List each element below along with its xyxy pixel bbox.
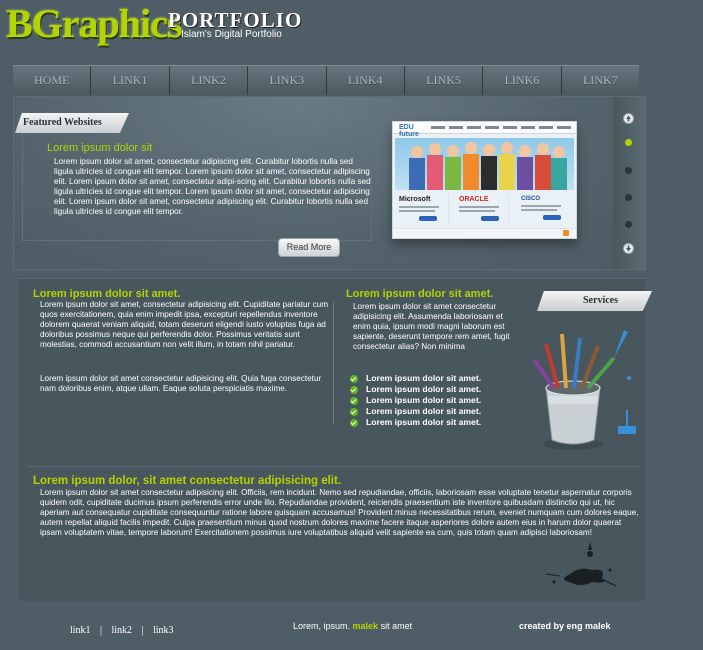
thumb-rss-icon (563, 230, 569, 236)
list-item-label: Lorem ipsum dolor sit amet. (366, 417, 482, 427)
list-item: Lorem ipsum dolor sit amet. (350, 395, 530, 406)
thumb-site-logo: EDU future (399, 124, 419, 138)
slider-controls (613, 97, 645, 269)
read-more-button[interactable]: Read More (278, 238, 340, 257)
footer-center-pre: Lorem, ipsum. (293, 621, 351, 631)
slide-text: Lorem ipsum dolor sit amet, consectetur … (54, 157, 371, 217)
list-item: Lorem ipsum dolor sit amet. (350, 384, 530, 395)
slider-dot-1[interactable] (625, 139, 632, 146)
slider-dot-3[interactable] (625, 194, 632, 201)
nav-link4[interactable]: LINK4 (327, 66, 405, 95)
footer-link3[interactable]: link3 (153, 625, 174, 636)
list-item-label: Lorem ipsum dolor sit amet. (366, 395, 482, 405)
featured-website-thumbnail[interactable]: EDU future Microsoft ORACLE CISCO (392, 121, 577, 239)
footer-link2[interactable]: link2 (111, 625, 132, 636)
footer-credit: created by eng malek (519, 621, 611, 631)
column-divider (333, 302, 334, 424)
thumb-brand-cisco: CISCO (521, 196, 541, 202)
check-icon (350, 407, 358, 416)
thumb-brand-microsoft: Microsoft (399, 196, 431, 203)
nav-home[interactable]: HOME (13, 66, 92, 95)
section-divider (28, 466, 640, 467)
footer-links: link1 | link2 | link3 (70, 620, 174, 638)
slider-prev-arrow-up-icon[interactable] (623, 113, 634, 124)
list-item: Lorem ipsum dolor sit amet. (350, 417, 530, 428)
right-heading: Lorem ipsum dolor sit amet. (346, 288, 494, 300)
nav-link6[interactable]: LINK6 (483, 66, 562, 95)
slider-next-arrow-down-icon[interactable] (623, 243, 634, 254)
nav-link7[interactable]: LINK7 (562, 66, 639, 95)
slider-dot-4[interactable] (625, 221, 632, 228)
list-item-label: Lorem ipsum dolor sit amet. (366, 406, 482, 416)
list-item: Lorem ipsum dolor sit amet. (350, 406, 530, 417)
left-paragraph-1: Lorem ipsum dolor sit amet, consectetur … (40, 300, 329, 349)
left-heading: Lorem ipsum dolor sit amet. (33, 288, 181, 300)
featured-websites-tab: Featured Websites (15, 113, 129, 133)
thumb-brand-oracle: ORACLE (459, 196, 489, 203)
footer-center-text: Lorem, ipsum. malek sit amet (293, 621, 412, 631)
nav-link1[interactable]: LINK1 (91, 66, 170, 95)
bottom-heading: Lorem ipsum dolor, sit amet consectetur … (33, 475, 342, 487)
list-item-label: Lorem ipsum dolor sit amet. (366, 384, 482, 394)
services-list: Lorem ipsum dolor sit amet. Lorem ipsum … (350, 373, 530, 428)
check-icon (350, 374, 358, 383)
nav-link2[interactable]: LINK2 (170, 66, 249, 95)
site-logo[interactable]: BGraphics (6, 2, 182, 46)
slide-title: Lorem ipsum dolor sit (47, 142, 153, 154)
site-tagline: Islam's Digital Portfolio (181, 29, 282, 40)
students-photo (409, 142, 567, 190)
list-item: Lorem ipsum dolor sit amet. (350, 373, 530, 384)
left-paragraph-2: Lorem ipsum dolor sit amet consectetur a… (40, 374, 322, 393)
paint-bucket-icon (532, 330, 636, 450)
nav-link5[interactable]: LINK5 (405, 66, 484, 95)
main-nav: HOME LINK1 LINK2 LINK3 LINK4 LINK5 LINK6… (13, 65, 639, 95)
services-tab-label: Services (583, 295, 618, 306)
paint-splash-icon (545, 542, 617, 587)
footer-link1[interactable]: link1 (70, 625, 91, 636)
footer-center-post: sit amet (380, 621, 413, 631)
check-icon (350, 418, 358, 427)
slider-dot-2[interactable] (625, 167, 632, 174)
right-paragraph: Lorem ipsum dolor sit amet consectetur a… (353, 302, 510, 351)
thumb-hero-photo (395, 138, 574, 190)
nav-link3[interactable]: LINK3 (248, 66, 327, 95)
services-tab: Services (537, 291, 652, 311)
bottom-paragraph: Lorem ipsum dolor sit amet consectetur a… (40, 488, 639, 537)
footer-separator: | (100, 625, 103, 636)
footer-center-highlight: malek (352, 621, 379, 631)
list-item-label: Lorem ipsum dolor sit amet. (366, 373, 482, 383)
check-icon (350, 396, 358, 405)
footer-separator: | (141, 625, 144, 636)
check-icon (350, 385, 358, 394)
